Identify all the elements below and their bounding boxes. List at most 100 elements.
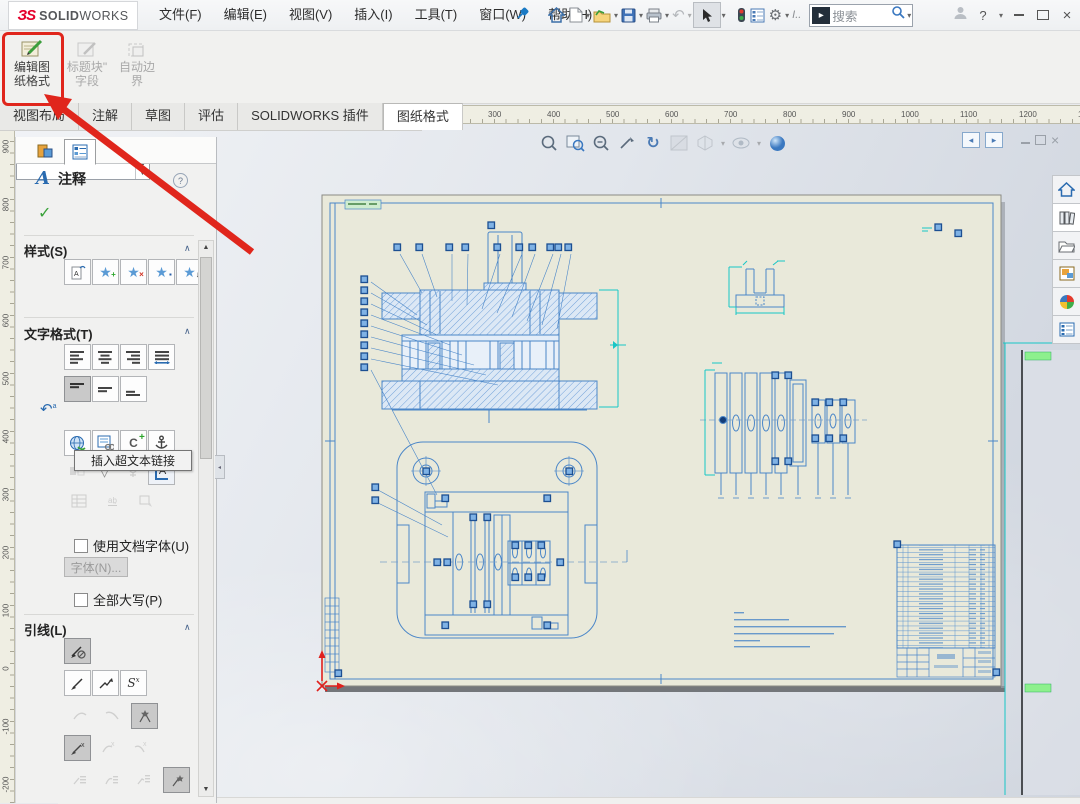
search-box[interactable]: ▸ 搜索 ▾ (809, 4, 913, 27)
custom-properties-icon[interactable] (1052, 315, 1080, 344)
horizontal-ruler: 2003004005006007008009001000110012001300 (422, 105, 1080, 124)
help-button[interactable]: ? (974, 6, 992, 24)
featuremanager-tab-icon[interactable] (30, 139, 60, 163)
title-block-fields-label1: 标题块" (62, 60, 112, 74)
edit-sheet-format-label2: 纸格式 (6, 74, 58, 88)
next-window-button[interactable]: ▸ (985, 132, 1003, 148)
bom-table[interactable] (897, 545, 995, 648)
menu-tools[interactable]: 工具(T) (404, 0, 469, 30)
ribbon: 编辑图 纸格式 标题块" 字段 自动边 界 (0, 30, 1080, 104)
scroll-down-icon[interactable]: ▼ (199, 783, 213, 796)
pin-menu-icon[interactable] (514, 6, 530, 22)
add-style-button[interactable]: ★+ (92, 259, 119, 285)
style-collapse-icon[interactable]: ∧ (184, 243, 191, 254)
search-magnifier-icon[interactable] (891, 5, 906, 25)
justify-button[interactable] (148, 344, 175, 370)
design-library-icon[interactable] (1052, 203, 1080, 232)
view-palette-icon[interactable] (1052, 259, 1080, 288)
tab-view-layout[interactable]: 视图布局 (0, 103, 79, 130)
properties-list-button[interactable] (748, 3, 767, 27)
appearances-icon[interactable] (1052, 287, 1080, 316)
panel-collapse-handle[interactable]: ◂ (215, 455, 225, 479)
tab-annotation[interactable]: 注解 (79, 103, 132, 130)
curved-leader-right-icon (99, 703, 124, 727)
select-tool-button[interactable] (693, 2, 721, 28)
solidworks-wordmark: SOLIDWORKS (39, 9, 128, 23)
align-right-button[interactable] (120, 344, 147, 370)
file-explorer-icon[interactable] (1052, 231, 1080, 260)
save-button[interactable] (619, 3, 638, 27)
ruler-tick-label: 400 (2, 427, 11, 447)
zoom-to-area-icon[interactable] (564, 133, 586, 153)
previous-window-button[interactable]: ◂ (962, 132, 980, 148)
use-document-font-checkbox[interactable] (74, 539, 88, 553)
hide-show-dropdown: ▾ (756, 139, 762, 148)
tab-sketch[interactable]: 草图 (132, 103, 185, 130)
print-button[interactable] (644, 3, 664, 27)
search-input[interactable]: 搜索 (832, 6, 891, 25)
select-tool-dropdown[interactable]: ▾ (721, 11, 727, 20)
new-document-button[interactable] (567, 3, 585, 27)
instant3d-icon[interactable]: I.. (790, 3, 803, 27)
propertymanager-tab-icon[interactable] (64, 139, 96, 165)
delete-style-button[interactable]: ★× (120, 259, 147, 285)
maximize-button[interactable] (1034, 6, 1052, 24)
sheet-zone-label (345, 200, 381, 209)
text-format-section-header[interactable]: 文字格式(T) (24, 324, 93, 343)
leader-x-button[interactable]: x (64, 735, 91, 761)
section-view-icon (668, 133, 690, 153)
edit-sheet-format-label1: 编辑图 (6, 60, 58, 74)
star-leader-button[interactable] (131, 703, 158, 729)
home-button[interactable] (546, 3, 567, 27)
scroll-up-icon[interactable]: ▲ (199, 241, 213, 254)
save-style-button[interactable]: ★▪ (148, 259, 175, 285)
rotate-view-icon[interactable]: ↻ (642, 133, 664, 153)
user-account-icon[interactable] (953, 5, 968, 25)
multi-jog-leader-button[interactable] (92, 670, 119, 696)
tab-addins[interactable]: SOLIDWORKS 插件 (238, 103, 383, 130)
menu-file[interactable]: 文件(F) (148, 0, 213, 30)
close-button[interactable]: × (1058, 6, 1076, 24)
rebuild-traffic-light-icon[interactable] (735, 3, 748, 27)
leader-section-header[interactable]: 引线(L) (24, 620, 67, 639)
leader-collapse-icon[interactable]: ∧ (184, 622, 191, 633)
zoom-to-fit-icon[interactable] (538, 133, 560, 153)
view-settings-sphere-icon[interactable] (766, 133, 788, 153)
align-bottom-button[interactable] (120, 376, 147, 402)
ok-checkmark[interactable]: ✓ (38, 203, 51, 223)
tab-sheet-format[interactable]: 图纸格式 (383, 103, 463, 130)
home-tab-icon[interactable] (1052, 175, 1080, 204)
zoom-to-selection-icon[interactable] (616, 133, 638, 153)
panel-help-icon[interactable]: ? (173, 173, 188, 188)
search-dropdown[interactable]: ▾ (906, 11, 912, 20)
use-document-font-row: 使用文档字体(U) (74, 536, 189, 555)
menu-insert[interactable]: 插入(I) (343, 0, 403, 30)
menu-view[interactable]: 视图(V) (278, 0, 343, 30)
title-block-fields-label2: 字段 (62, 74, 112, 88)
heads-up-view-toolbar: ↻ ▾ ▾ (538, 131, 788, 155)
scroll-thumb[interactable] (200, 257, 212, 459)
auto-leader-button[interactable] (64, 638, 91, 664)
leader-button[interactable] (64, 670, 91, 696)
open-button[interactable] (591, 3, 613, 27)
minimize-button[interactable] (1010, 6, 1028, 24)
panel-scrollbar[interactable]: ▲ ▼ (198, 240, 214, 797)
star-leader-alt-button[interactable] (163, 767, 190, 793)
panel-header: A 注释 (36, 168, 86, 189)
tab-evaluate[interactable]: 评估 (185, 103, 238, 130)
align-center-button[interactable] (92, 344, 119, 370)
align-middle-button[interactable] (92, 376, 119, 402)
all-caps-checkbox[interactable] (74, 593, 88, 607)
text-format-collapse-icon[interactable]: ∧ (184, 326, 191, 337)
edit-sheet-format-button[interactable]: 编辑图 纸格式 (6, 34, 58, 98)
menu-edit[interactable]: 编辑(E) (213, 0, 278, 30)
help-dropdown[interactable]: ▾ (998, 11, 1004, 20)
no-leader-button[interactable]: Sx (120, 670, 147, 696)
style-section-header[interactable]: 样式(S) (24, 241, 67, 260)
quick-toolbar: ▾ ▾ ▾ ▾ ↶ ▾ ▾ ⚙ ▾ I.. ▸ 搜索 ▾ (546, 2, 913, 28)
align-left-button[interactable] (64, 344, 91, 370)
options-gear-button[interactable]: ⚙ (767, 3, 784, 27)
align-top-button[interactable] (64, 376, 91, 402)
zoom-in-out-icon[interactable] (590, 133, 612, 153)
create-style-button[interactable]: A (64, 259, 91, 285)
